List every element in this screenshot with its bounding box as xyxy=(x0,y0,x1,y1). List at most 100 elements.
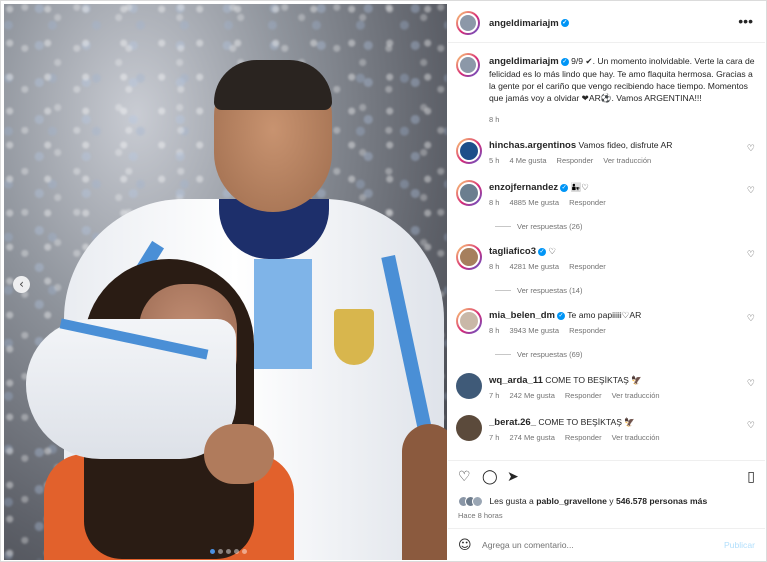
background-child xyxy=(402,424,447,560)
send-icon[interactable]: ➤ xyxy=(507,469,519,485)
avatar[interactable] xyxy=(456,53,480,77)
comment-time: 5 h xyxy=(489,156,500,165)
comment-body: 👨‍👧♡ xyxy=(570,182,589,192)
likes-count[interactable]: 546.578 personas más xyxy=(616,496,707,506)
comment-username[interactable]: _berat.26_ xyxy=(489,417,536,428)
comment-likes[interactable]: 4281 Me gusta xyxy=(509,262,559,271)
view-replies-label[interactable]: Ver respuestas (14) xyxy=(517,286,582,295)
likes-connector: y xyxy=(606,496,616,506)
comment-text: tagliafico3 ✓ ♡ xyxy=(489,246,744,257)
comment-likes[interactable]: 4 Me gusta xyxy=(509,156,546,165)
comment-likes[interactable]: 274 Me gusta xyxy=(509,433,554,442)
comment-time: 7 h xyxy=(489,433,500,442)
carousel-dot xyxy=(242,549,247,554)
avatar[interactable] xyxy=(456,415,482,441)
reply-button[interactable]: Responder xyxy=(565,433,602,442)
player-hair xyxy=(214,60,332,110)
username-text[interactable]: angeldimariajm xyxy=(489,18,559,29)
translate-button[interactable]: Ver traducción xyxy=(612,391,660,400)
comment-body: Te amo papiiiii♡AR xyxy=(567,310,642,320)
translate-button[interactable]: Ver traducción xyxy=(603,156,651,165)
avatar[interactable] xyxy=(456,244,482,270)
comment-likes[interactable]: 3943 Me gusta xyxy=(509,326,559,335)
afa-crest xyxy=(334,309,374,365)
reply-button[interactable]: Responder xyxy=(569,198,606,207)
comment-username[interactable]: hinchas.argentinos xyxy=(489,140,576,151)
avatar[interactable] xyxy=(456,373,482,399)
publish-button[interactable]: Publicar xyxy=(724,540,755,550)
verified-icon: ✓ xyxy=(560,19,569,28)
comment-username[interactable]: tagliafico3 xyxy=(489,246,536,257)
avatar[interactable] xyxy=(456,11,480,35)
comment-body: Vamos fideo, disfrute AR xyxy=(578,140,673,150)
comment-input[interactable] xyxy=(482,537,712,553)
comment-text: mia_belen_dm ✓ Te amo papiiiii♡AR xyxy=(489,310,744,321)
carousel-dots xyxy=(210,549,247,554)
reply-button[interactable]: Responder xyxy=(569,262,606,271)
girl-hand xyxy=(204,424,274,484)
comment-username[interactable]: enzojfernandez xyxy=(489,182,558,193)
comment-likes[interactable]: 242 Me gusta xyxy=(509,391,554,400)
reply-button[interactable]: Responder xyxy=(557,156,594,165)
comment-text: _berat.26_ COME TO BEŞİKTAŞ 🦅 xyxy=(489,417,744,428)
comment-text: wq_arda_11 COME TO BEŞİKTAŞ 🦅 xyxy=(489,375,744,386)
player-shirt xyxy=(254,259,312,369)
emoji-icon[interactable]: ☺ xyxy=(458,538,472,553)
post-username[interactable]: angeldimariajm ✓ xyxy=(489,18,569,29)
carousel-dot xyxy=(210,549,215,554)
more-horizontal-icon[interactable]: ••• xyxy=(738,13,753,29)
caption-text: angeldimariajm ✓ 9/9 ✔. Un momento inolvi… xyxy=(489,55,757,104)
comment-body: COME TO BEŞİKTAŞ 🦅 xyxy=(545,375,642,385)
comment-body: ♡ xyxy=(548,246,557,256)
heart-icon[interactable]: ♡ xyxy=(747,144,755,154)
carousel-dot xyxy=(234,549,239,554)
caption-username[interactable]: angeldimariajm xyxy=(489,56,559,67)
instagram-post-window: ‹ angeldimariajm ✓ ••• angeldimariajm ✓ 9/… xyxy=(0,0,767,562)
avatar xyxy=(472,496,483,508)
heart-icon[interactable]: ♡ xyxy=(747,379,755,389)
carousel-dot xyxy=(218,549,223,554)
reply-button[interactable]: Responder xyxy=(565,391,602,400)
post-photo[interactable]: ‹ xyxy=(4,4,447,560)
heart-icon[interactable]: ♡ xyxy=(747,250,755,260)
comment-text: enzojfernandez ✓ 👨‍👧♡ xyxy=(489,182,744,193)
avatar[interactable] xyxy=(456,138,482,164)
comment-username[interactable]: wq_arda_11 xyxy=(489,375,543,386)
reply-button[interactable]: Responder xyxy=(569,326,606,335)
chevron-left-icon[interactable]: ‹ xyxy=(13,276,30,293)
avatar[interactable] xyxy=(456,308,482,334)
post-time-ago: Hace 8 horas xyxy=(458,511,503,520)
view-replies-button[interactable]: Ver respuestas (14) xyxy=(495,286,582,295)
view-replies-label[interactable]: Ver respuestas (69) xyxy=(517,350,582,359)
post-actions-bar: ♡ ◯ ➤ ▯ Les gusta a pablo_gravellone y 5… xyxy=(448,460,765,528)
comment-likes[interactable]: 4885 Me gusta xyxy=(509,198,559,207)
comment-time: 7 h xyxy=(489,391,500,400)
comment-icon[interactable]: ◯ xyxy=(482,469,498,485)
comment-time: 8 h xyxy=(489,326,500,335)
post-header: angeldimariajm ✓ ••• xyxy=(448,4,765,43)
verified-icon: ✓ xyxy=(560,183,569,192)
heart-icon[interactable]: ♡ xyxy=(747,186,755,196)
bookmark-icon[interactable]: ▯ xyxy=(747,469,755,485)
post-caption: angeldimariajm ✓ 9/9 ✔. Un momento inolvi… xyxy=(448,44,765,132)
view-replies-button[interactable]: Ver respuestas (26) xyxy=(495,222,582,231)
avatar[interactable] xyxy=(456,180,482,206)
heart-icon[interactable]: ♡ xyxy=(747,421,755,431)
comment-text: hinchas.argentinos Vamos fideo, disfrute… xyxy=(489,140,744,151)
comment-time: 8 h xyxy=(489,262,500,271)
post-side-panel: angeldimariajm ✓ ••• angeldimariajm ✓ 9/9 … xyxy=(448,4,765,560)
comment-username[interactable]: mia_belen_dm xyxy=(489,310,555,321)
likes-prefix: Les gusta a xyxy=(489,496,537,506)
translate-button[interactable]: Ver traducción xyxy=(612,433,660,442)
view-replies-button[interactable]: Ver respuestas (69) xyxy=(495,350,582,359)
verified-icon: ✓ xyxy=(560,57,569,66)
heart-icon[interactable]: ♡ xyxy=(458,469,471,485)
verified-icon: ✓ xyxy=(538,247,546,256)
likes-username[interactable]: pablo_gravellone xyxy=(536,496,607,506)
add-comment-bar: ☺ Publicar xyxy=(448,528,765,560)
view-replies-label[interactable]: Ver respuestas (26) xyxy=(517,222,582,231)
caption-timestamp: 8 h xyxy=(489,115,500,124)
comment-body: COME TO BEŞİKTAŞ 🦅 xyxy=(538,417,636,427)
heart-icon[interactable]: ♡ xyxy=(747,314,755,324)
likes-summary[interactable]: Les gusta a pablo_gravellone y 546.578 p… xyxy=(458,496,707,508)
